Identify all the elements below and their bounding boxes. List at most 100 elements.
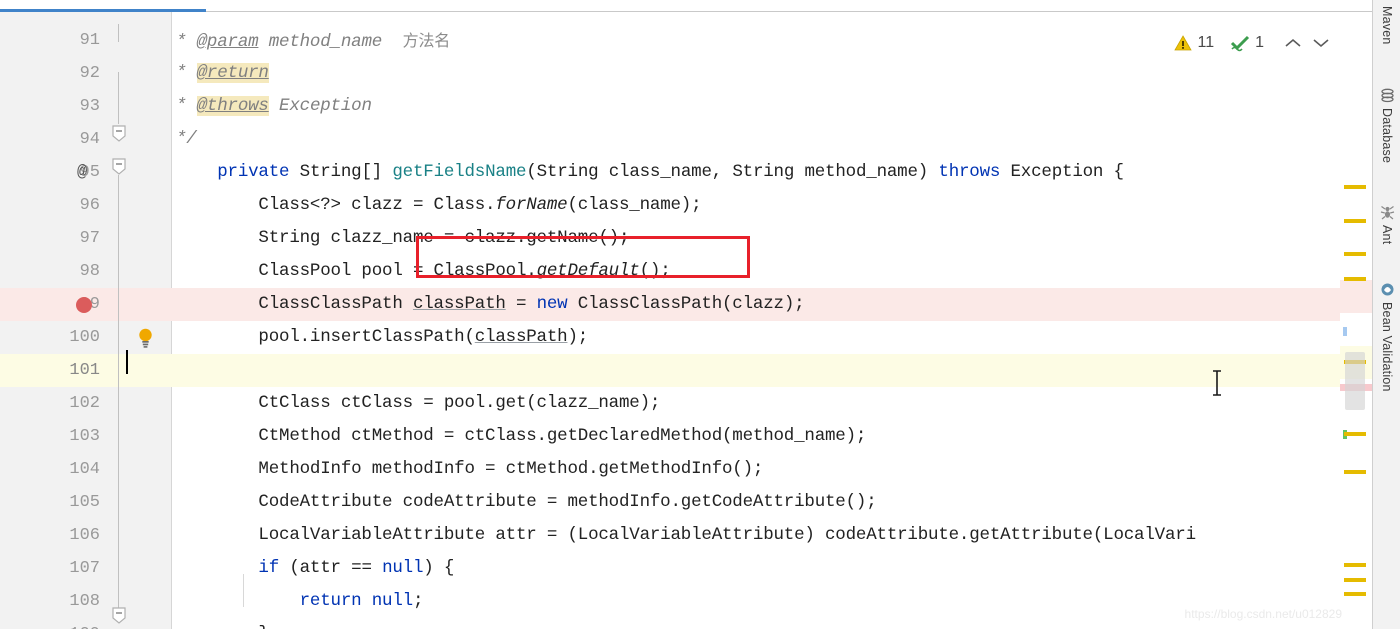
tool-window-ant-label: Ant: [1380, 225, 1394, 245]
tab-close-icon[interactable]: ✕: [150, 0, 159, 3]
editor-tab-strip-empty: [206, 0, 1372, 12]
green-check-icon: [1231, 35, 1250, 52]
code-line[interactable]: 102 CtClass ctClass = pool.get(clazz_nam…: [0, 387, 1372, 420]
code-text[interactable]: CtMethod ctMethod = ctClass.getDeclaredM…: [176, 420, 866, 453]
editor-tab-active[interactable]: ● ● ✕: [0, 0, 206, 12]
error-stripe-info-mark[interactable]: [1343, 327, 1347, 336]
code-text[interactable]: }: [176, 618, 269, 629]
code-text[interactable]: ClassPool pool = ClassPool.getDefault();: [176, 255, 670, 288]
code-text[interactable]: String clazz_name = clazz.getName();: [176, 222, 629, 255]
line-number[interactable]: 93: [0, 90, 100, 123]
code-editor[interactable]: 91 * @param method_name 方法名 92 * @return 93 *…: [0, 12, 1372, 629]
code-line[interactable]: 91 * @param method_name 方法名: [0, 24, 1372, 57]
right-tool-window-bar[interactable]: Maven Database Ant Bean Validation: [1372, 0, 1400, 629]
line-number[interactable]: 107: [0, 552, 100, 585]
line-number[interactable]: 108: [0, 585, 100, 618]
line-number[interactable]: 102: [0, 387, 100, 420]
line-number[interactable]: 96: [0, 189, 100, 222]
line-number[interactable]: 94: [0, 123, 100, 156]
code-line[interactable]: 106 LocalVariableAttribute attr = (Local…: [0, 519, 1372, 552]
error-stripe-mark[interactable]: [1344, 185, 1366, 189]
error-stripe-mark[interactable]: [1344, 578, 1366, 582]
inspection-status-widget[interactable]: 11 1: [1174, 30, 1336, 56]
code-line[interactable]: 93 * @throws Exception: [0, 90, 1372, 123]
warning-count: 11: [1197, 34, 1215, 51]
error-stripe-mark[interactable]: [1344, 592, 1366, 596]
code-line[interactable]: 104 MethodInfo methodInfo = ctMethod.get…: [0, 453, 1372, 486]
code-line[interactable]: 98 ClassPool pool = ClassPool.getDefault…: [0, 255, 1372, 288]
code-line[interactable]: 108 return null;: [0, 585, 1372, 618]
error-stripe-mark[interactable]: [1344, 470, 1366, 474]
stripe-breakpoint-band: [1340, 280, 1372, 313]
code-text[interactable]: if (attr == null) {: [176, 552, 454, 585]
line-number[interactable]: 101: [0, 354, 100, 387]
code-text[interactable]: CodeAttribute codeAttribute = methodInfo…: [176, 486, 876, 519]
inspection-ok-count: 1: [1255, 34, 1264, 51]
code-line[interactable]: 103 CtMethod ctMethod = ctClass.getDecla…: [0, 420, 1372, 453]
line-number[interactable]: 92: [0, 57, 100, 90]
line-number[interactable]: 98: [0, 255, 100, 288]
code-line[interactable]: 97 String clazz_name = clazz.getName();: [0, 222, 1372, 255]
line-number[interactable]: 105: [0, 486, 100, 519]
tool-window-bean-validation[interactable]: Bean Validation: [1373, 282, 1400, 392]
error-stripe-mark[interactable]: [1344, 432, 1366, 436]
watermark: https://blog.csdn.net/u012829: [1184, 607, 1342, 621]
code-text[interactable]: return null;: [176, 585, 424, 618]
line-number[interactable]: 103: [0, 420, 100, 453]
code-text[interactable]: * @throws Exception: [176, 90, 372, 123]
code-line[interactable]: 105 CodeAttribute codeAttribute = method…: [0, 486, 1372, 519]
fold-marker-icon[interactable]: [110, 124, 128, 142]
database-icon: [1380, 88, 1394, 103]
override-annotation-gutter-icon[interactable]: @: [77, 156, 97, 189]
line-number[interactable]: 104: [0, 453, 100, 486]
code-text[interactable]: MethodInfo methodInfo = ctMethod.getMeth…: [176, 453, 763, 486]
chevron-down-icon: [1313, 39, 1329, 48]
code-text[interactable]: pool.insertClassPath(classPath);: [176, 321, 588, 354]
bean-validation-icon: [1381, 283, 1393, 296]
code-text[interactable]: LocalVariableAttribute attr = (LocalVari…: [176, 519, 1196, 552]
code-line[interactable]: 96 Class<?> clazz = Class.forName(class_…: [0, 189, 1372, 222]
code-line[interactable]: 94 */: [0, 123, 1372, 156]
code-text[interactable]: private String[] getFieldsName(String cl…: [176, 156, 1124, 189]
code-line[interactable]: 101: [0, 354, 1372, 387]
scrollbar-thumb[interactable]: [1345, 352, 1365, 410]
code-text[interactable]: ClassClassPath classPath = new ClassClas…: [176, 288, 804, 321]
inspection-ok-status[interactable]: 1: [1230, 34, 1264, 52]
code-text[interactable]: * @param method_name 方法名: [176, 24, 450, 57]
line-number[interactable]: 106: [0, 519, 100, 552]
fold-marker-icon[interactable]: [110, 607, 128, 625]
code-line[interactable]: 92 * @return: [0, 57, 1372, 90]
line-number[interactable]: 91: [0, 24, 100, 57]
code-line[interactable]: 100 pool.insertClassPath(classPath);: [0, 321, 1372, 354]
fold-marker-icon[interactable]: [110, 157, 128, 175]
warning-status[interactable]: 11: [1174, 34, 1214, 52]
tool-window-database[interactable]: Database: [1373, 88, 1400, 163]
line-number[interactable]: 100: [0, 321, 100, 354]
code-text[interactable]: */: [176, 123, 197, 156]
warning-triangle-icon: [1174, 35, 1193, 51]
code-line[interactable]: 95 private String[] getFieldsName(String…: [0, 156, 1372, 189]
code-text[interactable]: Class<?> clazz = Class.forName(class_nam…: [176, 189, 701, 222]
prev-problem-button[interactable]: [1280, 30, 1306, 56]
tool-window-ant[interactable]: Ant: [1373, 205, 1400, 244]
error-stripe-mark[interactable]: [1344, 252, 1366, 256]
code-line[interactable]: 109 }: [0, 618, 1372, 629]
tool-window-maven-label: Maven: [1380, 6, 1394, 45]
error-stripe-mark[interactable]: [1344, 219, 1366, 223]
error-stripe-mark[interactable]: [1344, 563, 1366, 567]
code-line[interactable]: 107 if (attr == null) {: [0, 552, 1372, 585]
editor-tab-strip: ● ● ✕: [0, 0, 1372, 12]
breakpoint-icon[interactable]: [76, 297, 92, 313]
code-text[interactable]: CtClass ctClass = pool.get(clazz_name);: [176, 387, 660, 420]
code-text[interactable]: * @return: [176, 57, 269, 90]
intention-bulb-icon[interactable]: [137, 327, 154, 348]
code-line[interactable]: 99 ClassClassPath classPath = new ClassC…: [0, 288, 1372, 321]
error-stripe-scrollbar[interactable]: [1340, 12, 1372, 629]
error-stripe-mark[interactable]: [1344, 277, 1366, 281]
line-number[interactable]: 97: [0, 222, 100, 255]
next-problem-button[interactable]: [1308, 30, 1334, 56]
tab-icon: ●: [44, 0, 51, 3]
line-number[interactable]: 109: [0, 618, 100, 629]
tool-window-maven[interactable]: Maven: [1373, 6, 1400, 45]
tool-window-database-label: Database: [1380, 108, 1394, 164]
